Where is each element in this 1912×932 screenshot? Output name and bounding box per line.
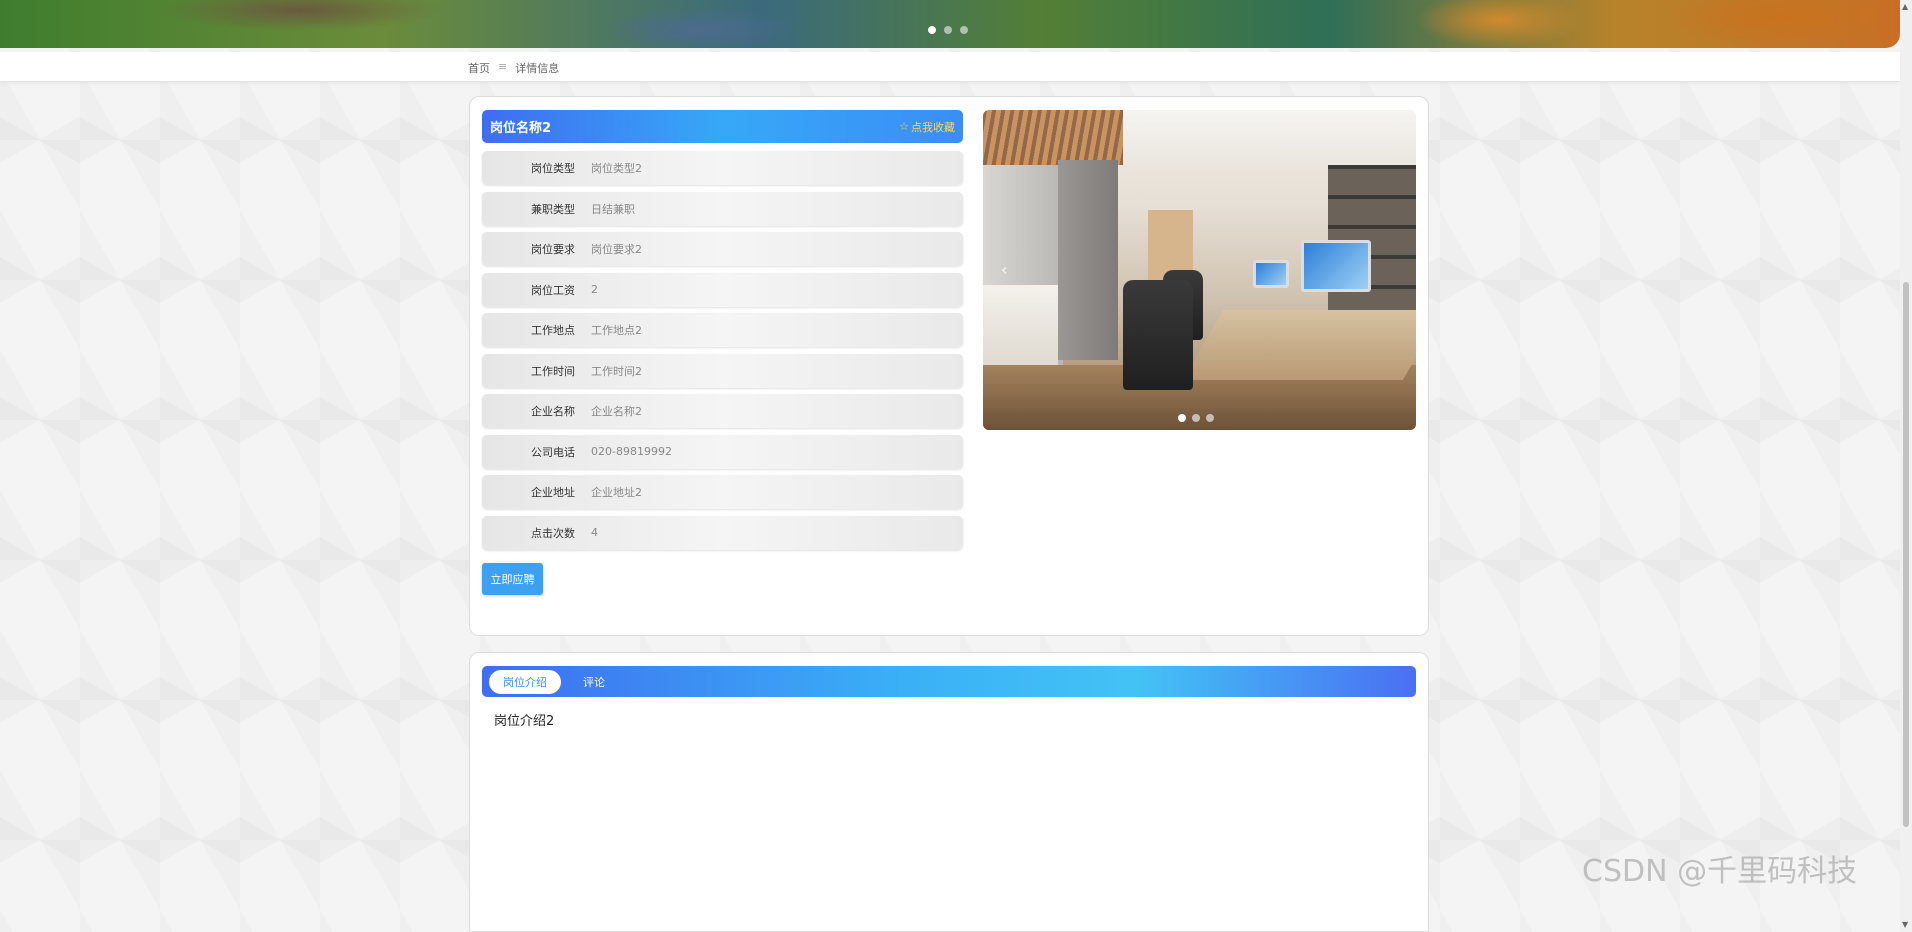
field-row-job-type: 岗位类型 岗位类型2 <box>482 151 963 185</box>
job-tabs-card: 岗位介绍 评论 岗位介绍2 <box>469 652 1429 932</box>
office-image-detail <box>1182 310 1416 380</box>
field-row-company-phone: 公司电话 020-89819992 <box>482 434 963 469</box>
field-row-click-count: 点击次数 4 <box>482 515 963 550</box>
office-image-detail <box>1123 280 1193 390</box>
field-value: 工作时间2 <box>591 364 642 378</box>
field-label: 岗位要求 <box>531 243 575 256</box>
breadcrumb-current: 详情信息 <box>515 62 560 75</box>
field-label: 公司电话 <box>531 445 575 459</box>
banner-dot[interactable] <box>960 26 968 34</box>
field-value: 2 <box>591 283 598 296</box>
watermark: CSDN @千里码科技 <box>1582 854 1858 889</box>
field-value: 4 <box>591 526 598 539</box>
field-row-requirements: 岗位要求 岗位要求2 <box>482 232 963 266</box>
field-label: 点击次数 <box>531 526 575 540</box>
office-image-detail <box>1058 160 1118 360</box>
field-label: 工作时间 <box>531 364 575 378</box>
favorite-button[interactable]: ☆ 点我收藏 <box>899 119 955 135</box>
job-detail-card: 岗位名称2 ☆ 点我收藏 岗位类型 岗位类型2 兼职类型 日结兼职 岗位要求 岗… <box>469 96 1429 636</box>
field-value: 工作地点2 <box>591 324 642 337</box>
tab-job-intro[interactable]: 岗位介绍 <box>489 669 561 694</box>
field-label: 工作地点 <box>531 324 575 337</box>
breadcrumb: 首页 ≡ 详情信息 <box>468 60 559 76</box>
field-row-company-name: 企业名称 企业名称2 <box>482 394 963 428</box>
office-image-detail <box>983 110 1123 165</box>
scroll-down-icon[interactable]: ▼ <box>1902 920 1908 929</box>
scrollbar[interactable]: ▲ ▼ <box>1900 0 1912 932</box>
favorite-label: 点我收藏 <box>911 120 955 134</box>
tab-bar: 岗位介绍 评论 <box>482 666 1416 697</box>
office-image-detail <box>1253 260 1289 288</box>
top-banner <box>0 0 1900 48</box>
field-value: 020-89819992 <box>591 445 672 458</box>
office-image-detail <box>1301 240 1371 292</box>
breadcrumb-separator-icon: ≡ <box>498 60 508 73</box>
banner-dot[interactable] <box>928 26 936 34</box>
field-row-salary: 岗位工资 2 <box>482 272 963 307</box>
field-label: 企业名称 <box>531 405 575 418</box>
job-title: 岗位名称2 <box>490 121 552 136</box>
field-value: 企业名称2 <box>591 405 642 418</box>
field-value: 企业地址2 <box>591 486 642 499</box>
breadcrumb-bar: 首页 ≡ 详情信息 <box>0 52 1900 82</box>
banner-dot[interactable] <box>944 26 952 34</box>
job-title-bar: 岗位名称2 ☆ 点我收藏 <box>482 110 963 143</box>
scroll-thumb[interactable] <box>1903 282 1909 827</box>
field-value: 岗位要求2 <box>591 243 642 256</box>
field-value: 日结兼职 <box>591 202 635 216</box>
field-label: 兼职类型 <box>531 202 575 216</box>
carousel-dot[interactable] <box>1206 414 1214 422</box>
field-row-work-time: 工作时间 工作时间2 <box>482 353 963 388</box>
carousel-dot[interactable] <box>1192 414 1200 422</box>
carousel-dots <box>1178 414 1214 422</box>
job-fields: 岗位类型 岗位类型2 兼职类型 日结兼职 岗位要求 岗位要求2 岗位工资 2 工… <box>482 151 963 556</box>
field-row-location: 工作地点 工作地点2 <box>482 313 963 347</box>
field-label: 岗位工资 <box>531 283 575 297</box>
job-intro-content: 岗位介绍2 <box>494 714 555 729</box>
field-label: 岗位类型 <box>531 162 575 175</box>
chevron-left-icon[interactable]: ‹ <box>1001 260 1007 279</box>
field-label: 企业地址 <box>531 486 575 499</box>
field-row-parttime-type: 兼职类型 日结兼职 <box>482 191 963 226</box>
job-image-carousel[interactable]: ‹ <box>983 110 1416 430</box>
breadcrumb-home[interactable]: 首页 <box>468 60 490 76</box>
star-icon: ☆ <box>899 120 909 133</box>
apply-button[interactable]: 立即应聘 <box>482 563 543 595</box>
field-row-company-address: 企业地址 企业地址2 <box>482 475 963 509</box>
banner-carousel-dots <box>928 26 968 34</box>
tab-comments[interactable]: 评论 <box>569 670 619 694</box>
carousel-dot[interactable] <box>1178 414 1186 422</box>
scroll-up-icon[interactable]: ▲ <box>1902 2 1908 11</box>
field-value: 岗位类型2 <box>591 162 642 175</box>
